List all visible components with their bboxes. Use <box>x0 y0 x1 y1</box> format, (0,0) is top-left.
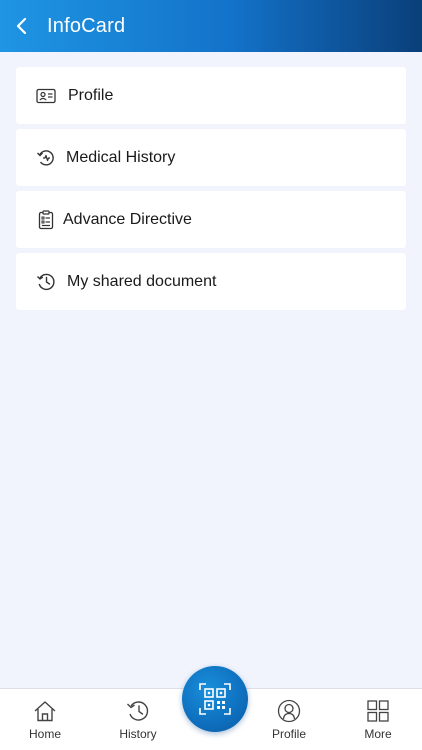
grid-icon <box>365 698 391 724</box>
menu-item-advance-directive[interactable]: Advance Directive <box>16 191 406 248</box>
qr-code-icon <box>199 683 231 715</box>
id-card-icon <box>35 85 57 107</box>
tab-label: Home <box>28 727 61 741</box>
menu-item-label: My shared document <box>67 272 217 290</box>
back-button[interactable] <box>2 0 42 52</box>
tab-home[interactable]: Home <box>3 689 87 750</box>
menu-item-profile[interactable]: Profile <box>16 67 406 124</box>
qr-scan-button[interactable] <box>182 666 248 732</box>
tab-more[interactable]: More <box>336 689 420 750</box>
clock-history-icon <box>35 271 57 293</box>
history-icon <box>125 698 151 724</box>
checklist-clipboard-icon <box>35 209 57 231</box>
menu-item-medical-history[interactable]: Medical History <box>16 129 406 186</box>
chevron-left-icon <box>16 17 27 35</box>
home-icon <box>32 698 58 724</box>
menu-item-my-shared-document[interactable]: My shared document <box>16 253 406 310</box>
infocard-menu: Profile Medical History Advance Directiv <box>16 67 406 315</box>
menu-item-label: Profile <box>68 86 114 104</box>
tab-label: Profile <box>271 727 306 741</box>
tab-history[interactable]: History <box>96 689 180 750</box>
tab-label: More <box>364 727 392 741</box>
medical-history-icon <box>35 147 57 169</box>
tab-profile[interactable]: Profile <box>247 689 331 750</box>
tab-label: History <box>119 727 157 741</box>
app-header: InfoCard <box>0 0 422 52</box>
menu-item-label: Advance Directive <box>63 210 192 228</box>
user-profile-icon <box>276 698 302 724</box>
page-title: InfoCard <box>47 14 126 37</box>
menu-item-label: Medical History <box>66 148 176 166</box>
